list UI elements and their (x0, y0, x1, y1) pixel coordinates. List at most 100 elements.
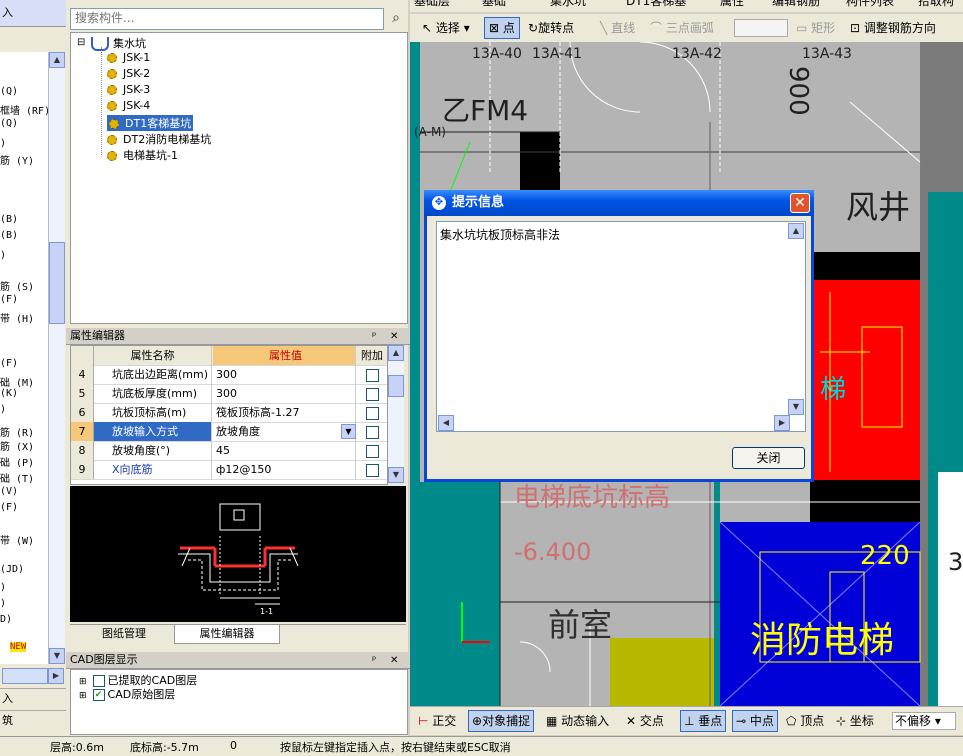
edit-rebar-button[interactable]: 编辑钢筋 (772, 0, 820, 11)
scroll-left-icon[interactable]: ◀ (438, 415, 454, 431)
dialog-message-box[interactable]: 集水坑坑板顶标高非法 ▲ ▼ ◀ ▶ (436, 221, 806, 432)
property-row[interactable]: 8 放坡角度(°) 45 (71, 441, 387, 461)
component-type-item[interactable]: (V) (0, 486, 18, 497)
dropdown-arrow-icon[interactable]: ▼ (341, 424, 356, 439)
component-type-item[interactable]: 筋 (Y) (0, 152, 34, 167)
checkbox-box[interactable] (366, 464, 379, 477)
collapse-icon[interactable]: ⊟ (77, 37, 85, 48)
component-type-item[interactable]: (K) (0, 388, 18, 399)
tree-item[interactable]: JSK-4 (107, 99, 150, 112)
component-type-item[interactable]: ) (0, 598, 6, 609)
extra-checkbox[interactable] (357, 365, 387, 384)
extra-checkbox[interactable] (357, 422, 387, 441)
component-type-item[interactable]: (B) (0, 230, 18, 241)
checkbox-box[interactable] (366, 426, 379, 439)
pick-button[interactable]: 拾取构 (918, 0, 954, 11)
scroll-thumb[interactable] (49, 242, 65, 324)
tab-property-editor[interactable]: 属性编辑器 (174, 625, 280, 644)
property-value[interactable]: 放坡角度 (213, 422, 356, 441)
pin-icon[interactable]: ᵖ (372, 653, 376, 669)
tab-drawing-management[interactable]: 图纸管理 (74, 625, 174, 643)
adjust-rebar-direction-button[interactable]: ⊡ 调整钢筋方向 (850, 18, 936, 38)
scroll-right-icon[interactable]: ▶ (48, 668, 64, 684)
object-snap-button[interactable]: ⊕对象捕捉 (468, 710, 535, 732)
component-type-item[interactable]: (B) (0, 214, 18, 225)
component-type-item[interactable]: (JD) (0, 564, 24, 575)
close-button[interactable]: 关闭 (732, 447, 805, 469)
cad-layer-original[interactable]: ⊞ ✔ CAD原始图层 (79, 686, 175, 702)
search-icon[interactable]: ⌕ (386, 8, 406, 28)
component-type-item[interactable]: 筋 (S) (0, 278, 34, 293)
property-button[interactable]: 属性 (720, 0, 744, 11)
select-button[interactable]: ↖ 选择 ▾ (422, 18, 470, 38)
tree-item[interactable]: JSK-3 (107, 83, 150, 96)
property-row[interactable]: 9 X向底筋 ф12@150 (71, 460, 387, 480)
property-value[interactable]: 300 (213, 365, 356, 384)
scroll-up-icon[interactable]: ▲ (388, 345, 404, 361)
bottom-item-building[interactable]: 筑 (0, 710, 66, 731)
component-type-item[interactable]: ) (0, 138, 6, 149)
tree-item[interactable]: DT2消防电梯基坑 (107, 131, 211, 147)
property-row[interactable]: 4 坑底出边距离(mm) 300 (71, 365, 387, 385)
component-type-item[interactable]: 础 (P) (0, 454, 34, 469)
scroll-up-icon[interactable]: ▲ (788, 223, 804, 239)
component-type-item[interactable]: 带 (W) (0, 532, 34, 547)
property-value[interactable]: 45 (213, 441, 356, 460)
left-scrollbar[interactable]: ▲ ▼ (48, 52, 65, 664)
intersection-button[interactable]: ✕ 交点 (626, 711, 664, 731)
tree-item[interactable]: 电梯基坑-1 (107, 147, 178, 163)
rectangle-button[interactable]: ▭ 矩形 (796, 18, 835, 38)
bottom-item-import[interactable]: 入 (0, 688, 66, 709)
tree-root[interactable]: 集水坑 (91, 35, 146, 51)
point-button[interactable]: ⊠ 点 (484, 17, 520, 39)
midpoint-button[interactable]: ⊸ 中点 (732, 710, 778, 732)
rotate-point-button[interactable]: ↻旋转点 (528, 18, 574, 38)
floor-select[interactable]: 基础层 (414, 0, 450, 11)
component-type-item[interactable]: 带 (H) (0, 310, 34, 325)
line-button[interactable]: ╲ 直线 (600, 18, 635, 38)
property-row[interactable]: 7 放坡输入方式 放坡角度 ▼ (71, 422, 387, 442)
horizontal-scroll-thumb[interactable] (2, 668, 48, 684)
property-value[interactable]: 筏板顶标高-1.27 (213, 403, 356, 422)
scroll-down-icon[interactable]: ▼ (788, 399, 804, 415)
orthogonal-button[interactable]: ⊢ 正交 (418, 711, 456, 731)
offset-dropdown[interactable]: 不偏移 ▾ (892, 712, 956, 730)
component-type-item[interactable]: 础 (M) (0, 374, 34, 389)
property-value[interactable]: ф12@150 (213, 460, 356, 479)
dialog-titlebar[interactable]: ✥ 提示信息 ✕ (424, 190, 814, 216)
component-type-item[interactable]: D) (0, 614, 12, 625)
property-value[interactable]: 300 (213, 384, 356, 403)
dialog-close-icon[interactable]: ✕ (790, 193, 810, 213)
component-type-item[interactable]: ) (0, 404, 6, 415)
extra-checkbox[interactable] (357, 441, 387, 460)
scroll-thumb[interactable] (388, 375, 404, 397)
component-type-item[interactable]: 筋 (X) (0, 438, 34, 453)
checkbox-box[interactable] (366, 445, 379, 458)
close-icon[interactable]: ✕ (390, 329, 398, 345)
component-type-item[interactable]: 础 (T) (0, 470, 34, 485)
scroll-up-icon[interactable]: ▲ (49, 52, 65, 68)
component-type-item[interactable]: 筋 (R) (0, 424, 34, 439)
pin-icon[interactable]: ᵖ (372, 329, 376, 345)
property-row[interactable]: 5 坑底板厚度(mm) 300 (71, 384, 387, 404)
tree-item[interactable]: JSK-1 (107, 51, 150, 64)
perpendicular-button[interactable]: ⊥ 垂点 (680, 710, 727, 732)
scroll-down-icon[interactable]: ▼ (388, 467, 404, 483)
checkbox-box[interactable] (366, 407, 379, 420)
layer-checkbox-checked[interactable]: ✔ (92, 689, 105, 701)
scroll-right-icon[interactable]: ▶ (774, 415, 790, 431)
extra-checkbox[interactable] (357, 384, 387, 403)
tree-item[interactable]: JSK-2 (107, 67, 150, 80)
extra-checkbox[interactable] (357, 460, 387, 479)
arc-button[interactable]: ⌒ 三点画弧 (650, 18, 714, 38)
extra-checkbox[interactable] (357, 403, 387, 422)
component-type-item[interactable]: (F) (0, 294, 18, 305)
scroll-down-icon[interactable]: ▼ (49, 648, 65, 664)
close-icon[interactable]: ✕ (390, 653, 398, 669)
component-list-button[interactable]: 构件列表 (846, 0, 894, 11)
component-type-item[interactable]: (Q) (0, 118, 18, 129)
checkbox-box[interactable] (366, 369, 379, 382)
coordinate-button[interactable]: ⊹ 坐标 (836, 711, 874, 731)
component-type-item[interactable]: ) (0, 582, 6, 593)
vertex-button[interactable]: ⬠ 顶点 (786, 711, 824, 731)
